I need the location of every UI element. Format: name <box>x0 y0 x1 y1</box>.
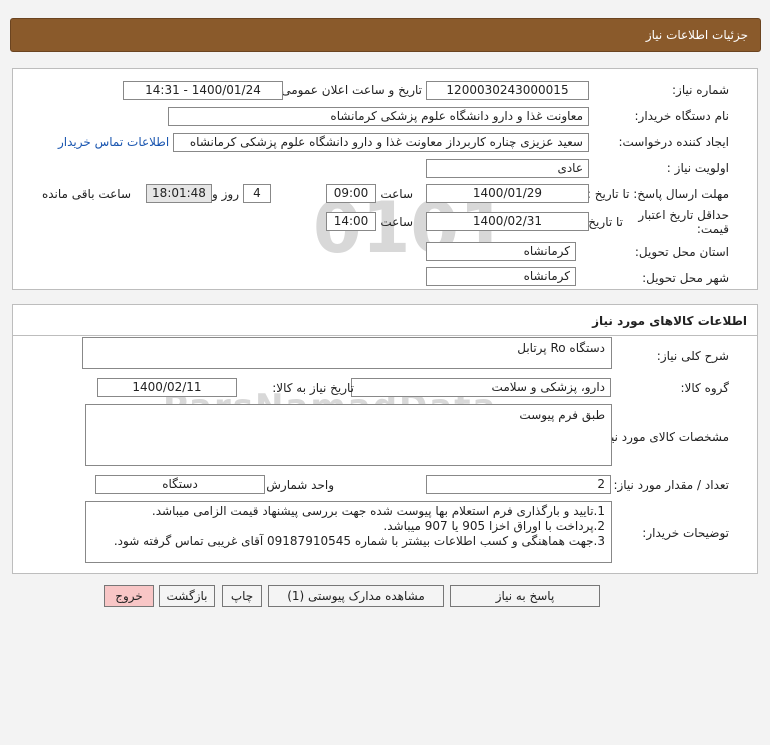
section-divider <box>13 335 757 336</box>
days-label: روز و <box>212 187 239 201</box>
announce-field: 1400/01/24 - 14:31 <box>123 81 283 100</box>
notes-line: 2.پرداخت با اوراق اخزا 905 یا 907 میباشد… <box>383 519 605 533</box>
buyer-label: نام دستگاه خریدار: <box>634 109 730 123</box>
deadline-time-label: ساعت <box>380 187 413 201</box>
unit-field: دستگاه <box>95 475 265 494</box>
remaining-time-field: 18:01:48 <box>146 184 212 203</box>
buyer-field: معاونت غذا و دارو دانشگاه علوم پزشکی کرم… <box>168 107 589 126</box>
notes-field: 1.تایید و بارگذاری فرم استعلام بها پیوست… <box>85 501 612 563</box>
desc-label: شرح کلی نیاز: <box>656 349 729 363</box>
goods-section-title: اطلاعات کالاهای مورد نیاز <box>592 314 747 328</box>
qty-field: 2 <box>426 475 611 494</box>
desc-field: دستگاه Ro پرتابل <box>82 337 612 369</box>
need-date-field: 1400/02/11 <box>97 378 237 397</box>
view-attachments-button[interactable]: مشاهده مدارک پیوستی (1) <box>268 585 444 607</box>
notes-line: 3.جهت هماهنگی و کسب اطلاعات بیشتر با شما… <box>113 534 605 548</box>
goods-panel: ParsNamadData اطلاعات کالاهای مورد نیاز … <box>12 304 758 574</box>
page-title: جزئیات اطلاعات نیاز <box>645 28 748 42</box>
priority-field: عادی <box>426 159 589 178</box>
priority-label: اولویت نیاز : <box>666 161 729 175</box>
unit-label: واحد شمارش: <box>262 478 334 492</box>
province-label: استان محل تحویل: <box>634 245 729 259</box>
validity-time-label: ساعت <box>380 215 413 229</box>
back-button[interactable]: بازگشت <box>159 585 215 607</box>
notes-line: 1.تایید و بارگذاری فرم استعلام بها پیوست… <box>151 504 605 518</box>
announce-label: تاریخ و ساعت اعلان عمومی: <box>277 83 422 97</box>
city-field: کرمانشاه <box>426 267 576 286</box>
days-field: 4 <box>243 184 271 203</box>
page-header: جزئیات اطلاعات نیاز <box>10 18 761 52</box>
print-button[interactable]: چاپ <box>222 585 262 607</box>
deadline-label: مهلت ارسال پاسخ: تا تاریخ : <box>586 187 729 201</box>
respond-button[interactable]: پاسخ به نیاز <box>450 585 600 607</box>
remaining-label: ساعت باقی مانده <box>41 187 131 201</box>
need-number-label: شماره نیاز: <box>672 83 729 97</box>
creator-label: ایجاد کننده درخواست: <box>618 135 729 149</box>
need-info-panel: 0101 شماره نیاز: 1200030243000015 تاریخ … <box>12 68 758 290</box>
specs-label: مشخصات کالای مورد نیاز: <box>597 430 729 444</box>
group-label: گروه کالا: <box>680 381 730 395</box>
need-date-label: تاریخ نیاز به کالا: <box>272 381 354 395</box>
specs-field: طبق فرم پیوست <box>85 404 612 466</box>
group-field: دارو، پزشکی و سلامت <box>351 378 611 397</box>
validity-time-field: 14:00 <box>326 212 376 231</box>
validity-date-field: 1400/02/31 <box>426 212 589 231</box>
exit-button[interactable]: خروج <box>104 585 154 607</box>
province-field: کرمانشاه <box>426 242 576 261</box>
qty-label: تعداد / مقدار مورد نیاز: <box>613 478 729 492</box>
need-number-field: 1200030243000015 <box>426 81 589 100</box>
deadline-time-field: 09:00 <box>326 184 376 203</box>
validity-label: حداقل تاریخ اعتبار قیمت: <box>638 208 729 236</box>
creator-field: سعید عزیزی چناره کاربرداز معاونت غذا و د… <box>173 133 589 152</box>
city-label: شهر محل تحویل: <box>642 271 729 285</box>
deadline-date-field: 1400/01/29 <box>426 184 589 203</box>
notes-label: توضیحات خریدار: <box>642 526 729 540</box>
buyer-contact-link[interactable]: اطلاعات تماس خریدار <box>58 135 169 149</box>
